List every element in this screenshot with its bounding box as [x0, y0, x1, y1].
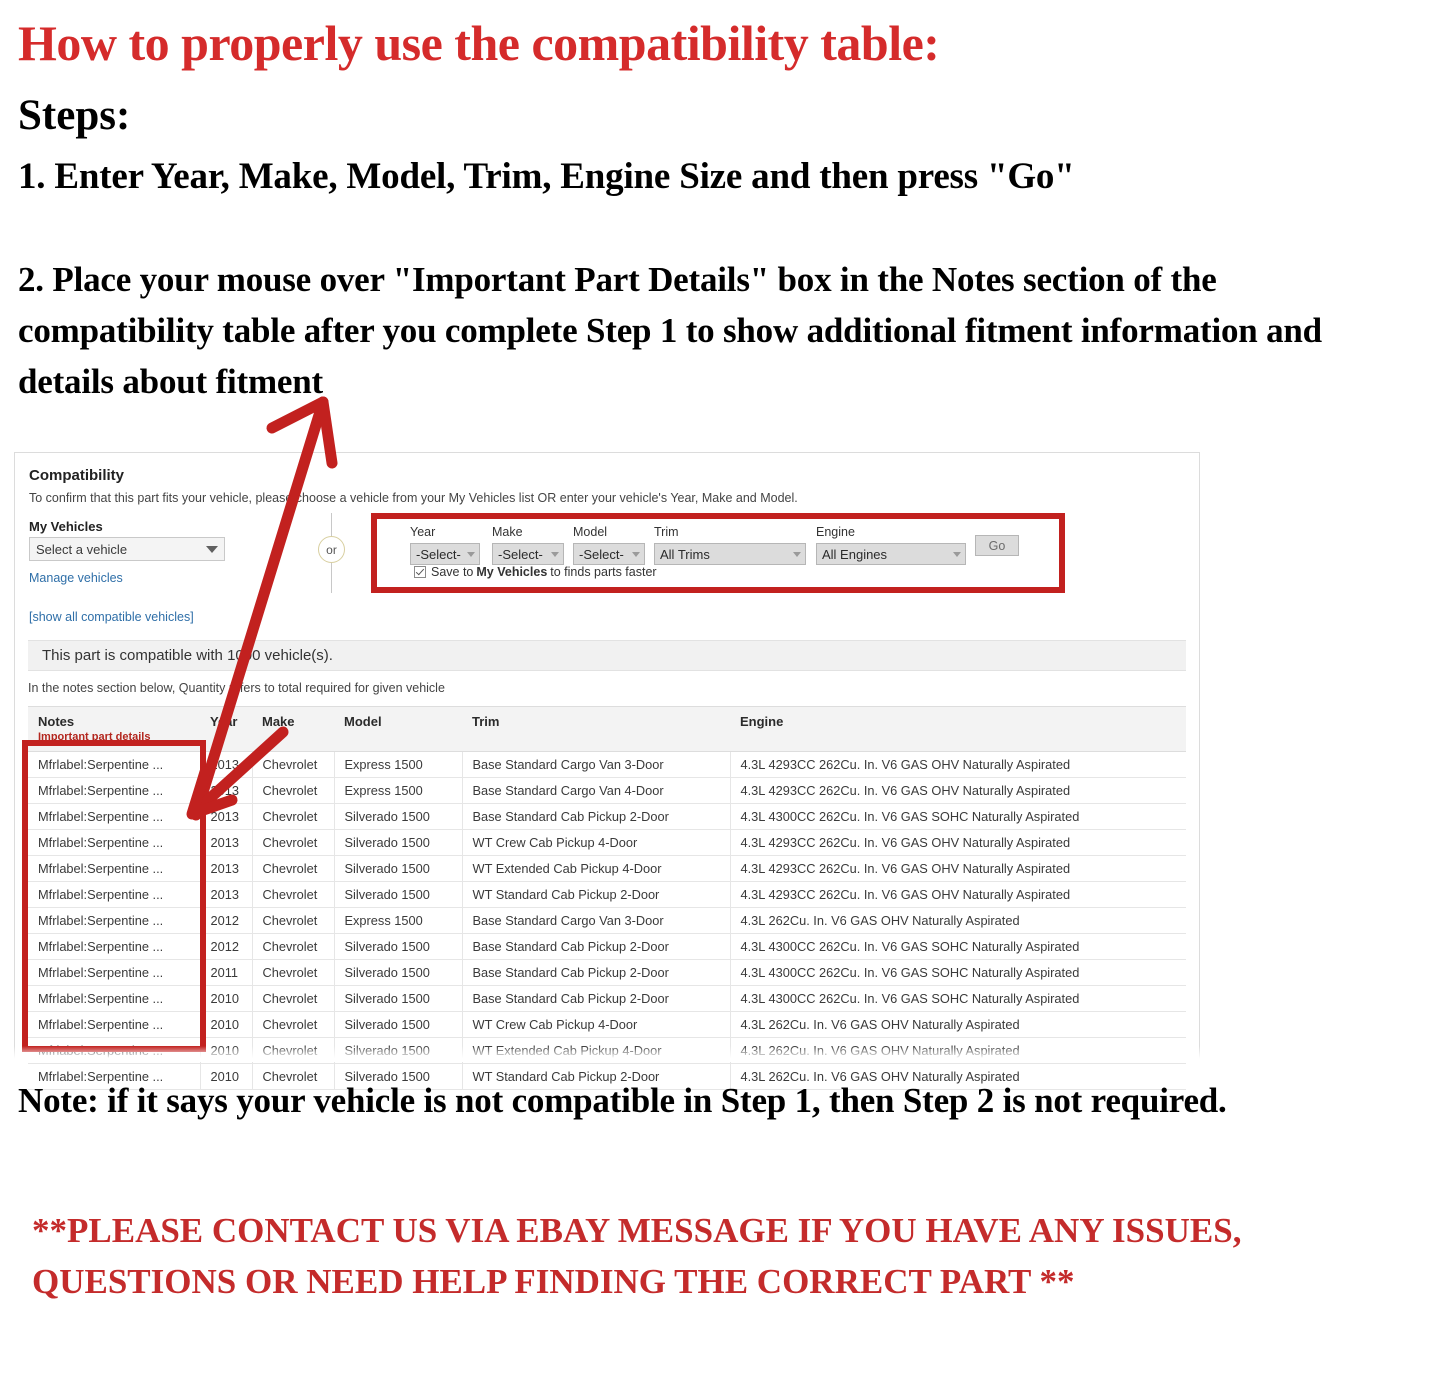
cell-engine: 4.3L 4293CC 262Cu. In. V6 GAS OHV Natura… — [729, 751, 1186, 778]
cell-trim: Base Standard Cab Pickup 2-Door — [461, 985, 730, 1012]
cell-engine: 4.3L 4300CC 262Cu. In. V6 GAS SOHC Natur… — [729, 933, 1186, 960]
contact-text: **PLEASE CONTACT US VIA EBAY MESSAGE IF … — [32, 1211, 1242, 1302]
cell-year: 2010 — [199, 1011, 252, 1038]
chevron-down-icon — [206, 545, 218, 553]
page-root: How to properly use the compatibility ta… — [0, 0, 1445, 1393]
cell-make: Chevrolet — [251, 959, 334, 986]
compatible-count-banner: This part is compatible with 1000 vehicl… — [28, 640, 1186, 671]
column-header-year[interactable]: Year — [200, 706, 252, 752]
cell-year: 2012 — [199, 907, 252, 934]
cell-engine: 4.3L 4293CC 262Cu. In. V6 GAS OHV Natura… — [729, 855, 1186, 882]
cell-model: Silverado 1500 — [333, 985, 462, 1012]
highlight-box-vehicle-form — [371, 513, 1065, 593]
cell-trim: WT Crew Cab Pickup 4-Door — [461, 829, 730, 856]
steps-label: Steps: — [18, 92, 131, 139]
cell-year: 2012 — [199, 933, 252, 960]
cell-model: Express 1500 — [333, 751, 462, 778]
cell-year: 2013 — [199, 881, 252, 908]
cell-year: 2013 — [199, 751, 252, 778]
page-title: How to properly use the compatibility ta… — [18, 15, 940, 71]
my-vehicles-select[interactable]: Select a vehicle — [29, 537, 225, 561]
cell-engine: 4.3L 4293CC 262Cu. In. V6 GAS OHV Natura… — [729, 777, 1186, 804]
compatibility-heading: Compatibility — [29, 467, 125, 484]
step-two-text: 2. Place your mouse over "Important Part… — [18, 260, 1322, 401]
cell-engine: 4.3L 262Cu. In. V6 GAS OHV Naturally Asp… — [729, 907, 1186, 934]
cell-make: Chevrolet — [251, 777, 334, 804]
cell-trim: WT Standard Cab Pickup 2-Door — [461, 881, 730, 908]
cell-model: Express 1500 — [333, 777, 462, 804]
cell-year: 2013 — [199, 855, 252, 882]
column-header-trim[interactable]: Trim — [462, 706, 730, 752]
my-vehicles-label: My Vehicles — [29, 519, 103, 534]
column-header-model[interactable]: Model — [334, 706, 462, 752]
my-vehicles-select-value: Select a vehicle — [36, 541, 128, 557]
panel-bottom-fade — [14, 1046, 1200, 1062]
step-one-text: 1. Enter Year, Make, Model, Trim, Engine… — [18, 156, 1075, 197]
highlight-box-notes-column — [22, 740, 206, 1052]
cell-model: Silverado 1500 — [333, 881, 462, 908]
column-header-engine[interactable]: Engine — [730, 706, 1186, 752]
cell-trim: Base Standard Cab Pickup 2-Door — [461, 933, 730, 960]
manage-vehicles-link[interactable]: Manage vehicles — [29, 571, 123, 585]
cell-engine: 4.3L 262Cu. In. V6 GAS OHV Naturally Asp… — [729, 1011, 1186, 1038]
cell-year: 2011 — [199, 959, 252, 986]
cell-make: Chevrolet — [251, 933, 334, 960]
cell-year: 2013 — [199, 829, 252, 856]
cell-year: 2010 — [199, 985, 252, 1012]
cell-make: Chevrolet — [251, 803, 334, 830]
cell-year: 2013 — [199, 777, 252, 804]
compatibility-subtitle: To confirm that this part fits your vehi… — [29, 491, 798, 505]
cell-make: Chevrolet — [251, 829, 334, 856]
column-header-notes-label: Notes — [38, 714, 75, 729]
cell-trim: WT Crew Cab Pickup 4-Door — [461, 1011, 730, 1038]
cell-trim: Base Standard Cargo Van 3-Door — [461, 751, 730, 778]
cell-model: Silverado 1500 — [333, 933, 462, 960]
cell-trim: Base Standard Cargo Van 3-Door — [461, 907, 730, 934]
cell-make: Chevrolet — [251, 907, 334, 934]
cell-engine: 4.3L 4300CC 262Cu. In. V6 GAS SOHC Natur… — [729, 985, 1186, 1012]
or-divider: or — [315, 513, 349, 593]
cell-make: Chevrolet — [251, 881, 334, 908]
cell-engine: 4.3L 4293CC 262Cu. In. V6 GAS OHV Natura… — [729, 881, 1186, 908]
cell-model: Silverado 1500 — [333, 803, 462, 830]
cell-model: Silverado 1500 — [333, 959, 462, 986]
cell-engine: 4.3L 4300CC 262Cu. In. V6 GAS SOHC Natur… — [729, 959, 1186, 986]
cell-make: Chevrolet — [251, 985, 334, 1012]
cell-model: Express 1500 — [333, 907, 462, 934]
column-header-make[interactable]: Make — [252, 706, 334, 752]
or-divider-label: or — [318, 536, 345, 563]
cell-trim: WT Extended Cab Pickup 4-Door — [461, 855, 730, 882]
show-all-compatible-vehicles-link[interactable]: [show all compatible vehicles] — [29, 610, 194, 624]
cell-make: Chevrolet — [251, 855, 334, 882]
cell-trim: Base Standard Cab Pickup 2-Door — [461, 803, 730, 830]
cell-make: Chevrolet — [251, 751, 334, 778]
cell-model: Silverado 1500 — [333, 1011, 462, 1038]
cell-make: Chevrolet — [251, 1011, 334, 1038]
cell-model: Silverado 1500 — [333, 829, 462, 856]
note-text: Note: if it says your vehicle is not com… — [18, 1081, 1227, 1120]
cell-model: Silverado 1500 — [333, 855, 462, 882]
cell-engine: 4.3L 4293CC 262Cu. In. V6 GAS OHV Natura… — [729, 829, 1186, 856]
cell-trim: Base Standard Cab Pickup 2-Door — [461, 959, 730, 986]
cell-engine: 4.3L 4300CC 262Cu. In. V6 GAS SOHC Natur… — [729, 803, 1186, 830]
quantity-note: In the notes section below, Quantity ref… — [28, 681, 445, 695]
cell-trim: Base Standard Cargo Van 4-Door — [461, 777, 730, 804]
cell-year: 2013 — [199, 803, 252, 830]
